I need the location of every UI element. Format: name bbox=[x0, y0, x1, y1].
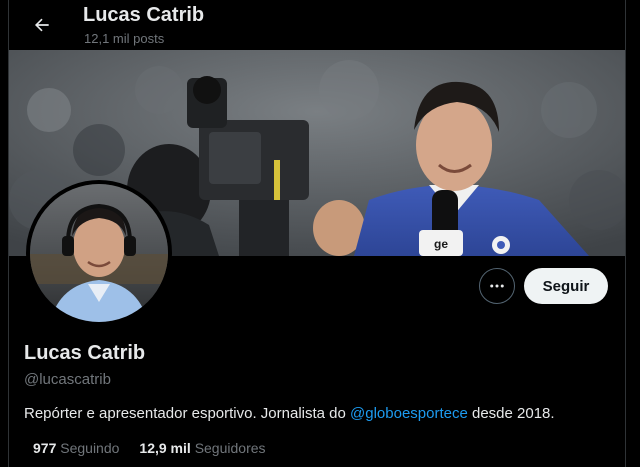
back-button[interactable] bbox=[25, 8, 59, 42]
follow-button[interactable]: Seguir bbox=[524, 268, 608, 304]
followers-count: 12,9 mil bbox=[139, 440, 191, 456]
profile-bio: Repórter e apresentador esportivo. Jorna… bbox=[24, 405, 555, 422]
following-link[interactable]: 977 Seguindo bbox=[33, 440, 119, 456]
header-title: Lucas Catrib bbox=[83, 4, 205, 26]
avatar-image bbox=[30, 184, 168, 322]
profile-header: Lucas Catrib 12,1 mil posts bbox=[9, 0, 625, 50]
more-options-button[interactable] bbox=[479, 268, 515, 304]
header-post-count: 12,1 mil posts bbox=[84, 31, 165, 46]
mic-flag-text: ge bbox=[434, 237, 448, 251]
followers-link[interactable]: 12,9 mil Seguidores bbox=[139, 440, 265, 456]
profile-display-name: Lucas Catrib bbox=[24, 342, 146, 364]
bio-text-after: desde 2018. bbox=[467, 405, 555, 422]
following-count: 977 bbox=[33, 440, 57, 456]
arrow-left-icon bbox=[34, 18, 49, 32]
profile-handle: @lucascatrib bbox=[24, 371, 111, 388]
profile-avatar[interactable] bbox=[26, 180, 172, 326]
profile-page: Lucas Catrib 12,1 mil posts ge Seguir Lu… bbox=[0, 0, 640, 467]
more-horizontal-icon bbox=[490, 284, 504, 288]
bio-text-before: Repórter e apresentador esportivo. Jorna… bbox=[24, 405, 351, 422]
followers-label: Seguidores bbox=[194, 440, 266, 456]
column-border-right bbox=[625, 0, 626, 467]
following-label: Seguindo bbox=[60, 440, 120, 456]
bio-mention-link[interactable]: @globoesportece bbox=[350, 405, 468, 422]
profile-stats: 977 Seguindo 12,9 mil Seguidores bbox=[33, 440, 266, 456]
